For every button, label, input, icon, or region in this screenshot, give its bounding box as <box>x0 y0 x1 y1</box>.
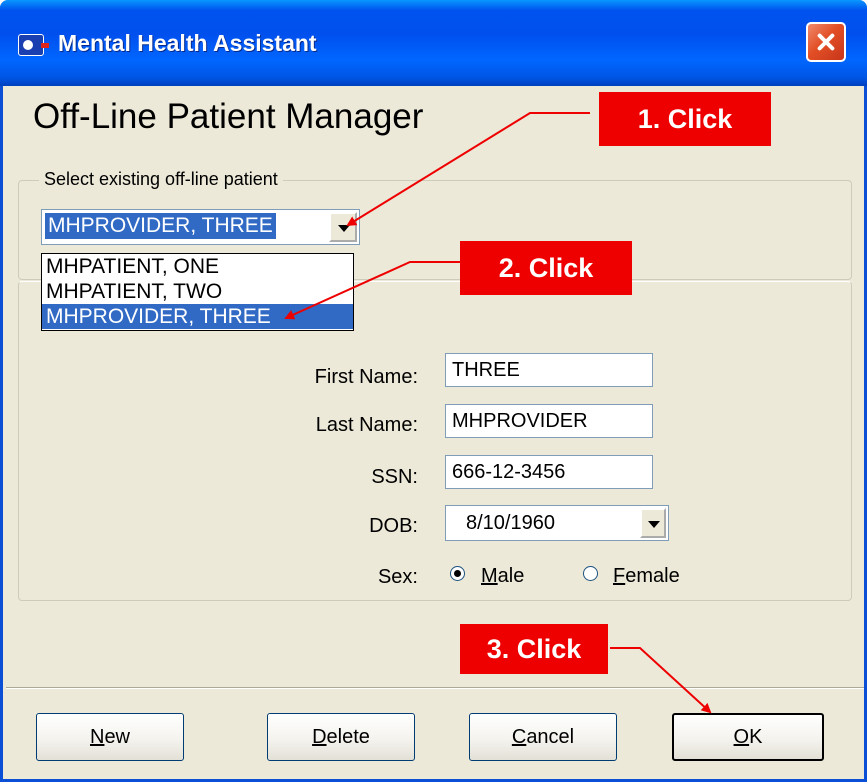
last-name-label: Last Name: <box>315 414 418 436</box>
male-radio-label[interactable]: Male <box>481 565 524 588</box>
female-radio-label[interactable]: Female <box>613 565 680 588</box>
female-radio[interactable] <box>583 566 598 581</box>
patient-combobox-value: MHPROVIDER, THREE <box>45 213 276 239</box>
close-button[interactable] <box>806 22 846 62</box>
delete-button[interactable]: Delete <box>267 713 415 761</box>
new-button[interactable]: New <box>36 713 184 761</box>
callout-step-1: 1. Click <box>599 92 771 146</box>
window-title: Mental Health Assistant <box>58 30 317 56</box>
callout-step-2: 2. Click <box>460 241 632 295</box>
ssn-field[interactable]: 666-12-3456 <box>445 455 653 489</box>
button-bar-divider <box>6 687 864 689</box>
dob-label: DOB: <box>369 515 418 537</box>
dob-picker[interactable]: 8/10/1960 <box>445 505 669 541</box>
male-radio[interactable] <box>450 566 465 581</box>
patient-dropdown-button[interactable] <box>329 212 357 242</box>
dropdown-option-mhprovider-three[interactable]: MHPROVIDER, THREE <box>42 304 353 329</box>
dropdown-option-mhpatient-one[interactable]: MHPATIENT, ONE <box>42 254 353 279</box>
dialog-heading: Off-Line Patient Manager <box>33 97 424 136</box>
patient-select-group-label: Select existing off-line patient <box>39 169 283 190</box>
dob-value: 8/10/1960 <box>466 512 555 534</box>
ok-button[interactable]: OK <box>672 713 824 761</box>
dob-dropdown-button[interactable] <box>640 508 666 538</box>
dropdown-option-mhpatient-two[interactable]: MHPATIENT, TWO <box>42 279 353 304</box>
first-name-field[interactable]: THREE <box>445 353 653 387</box>
title-bar[interactable]: Mental Health Assistant <box>0 0 867 86</box>
last-name-field[interactable]: MHPROVIDER <box>445 404 653 438</box>
callout-step-3: 3. Click <box>460 624 608 674</box>
patient-combobox[interactable]: MHPROVIDER, THREE <box>41 209 360 245</box>
ssn-label: SSN: <box>371 466 418 488</box>
cancel-button[interactable]: Cancel <box>469 713 617 761</box>
app-icon <box>18 34 49 56</box>
patient-dropdown-list: MHPATIENT, ONE MHPATIENT, TWO MHPROVIDER… <box>41 253 354 331</box>
first-name-label: First Name: <box>314 366 418 388</box>
sex-label: Sex: <box>377 566 418 588</box>
